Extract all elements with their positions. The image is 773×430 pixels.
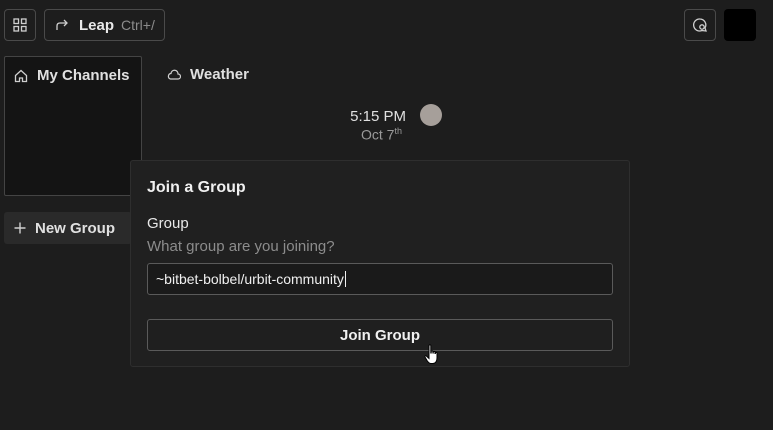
- avatar[interactable]: [724, 9, 756, 41]
- clock-date: Oct 7th: [361, 126, 402, 143]
- group-field-label: Group: [147, 215, 189, 232]
- clock-time: 5:15 PM: [350, 108, 406, 125]
- join-group-dialog: Join a Group Group What group are you jo…: [130, 160, 630, 367]
- group-input[interactable]: ~bitbet-bolbel/urbit-community: [147, 263, 613, 295]
- my-channels-label: My Channels: [37, 67, 130, 84]
- leap-shortcut: Ctrl+/: [121, 17, 155, 33]
- apps-button[interactable]: [4, 9, 36, 41]
- grid-icon: [13, 18, 27, 32]
- group-input-value: ~bitbet-bolbel/urbit-community: [156, 271, 344, 287]
- chat-search-icon: [692, 17, 708, 33]
- weather-label: Weather: [190, 65, 249, 83]
- notifications-button[interactable]: [684, 9, 716, 41]
- join-group-button-label: Join Group: [340, 326, 420, 344]
- dialog-title: Join a Group: [147, 179, 246, 196]
- clock-tile[interactable]: 5:15 PM Oct 7th: [330, 102, 460, 148]
- leap-button[interactable]: Leap Ctrl+/: [44, 9, 165, 41]
- arrow-redo-icon: [55, 19, 69, 31]
- new-group-button[interactable]: New Group: [4, 212, 132, 244]
- new-group-label: New Group: [35, 219, 116, 237]
- clock-date-suffix: th: [394, 126, 402, 136]
- weather-tile[interactable]: Weather: [158, 62, 278, 86]
- leap-label: Leap: [79, 16, 115, 34]
- group-field-hint: What group are you joining?: [147, 238, 335, 255]
- moon-icon: [420, 104, 442, 126]
- my-channels-tile[interactable]: My Channels: [4, 56, 142, 196]
- cloud-icon: [167, 69, 181, 80]
- clock-date-day: Oct 7: [361, 126, 395, 143]
- join-group-button[interactable]: Join Group: [147, 319, 613, 351]
- home-icon: [14, 69, 28, 83]
- hand-pointer-icon: [424, 344, 440, 366]
- text-cursor: [344, 271, 346, 287]
- plus-icon: [14, 222, 26, 234]
